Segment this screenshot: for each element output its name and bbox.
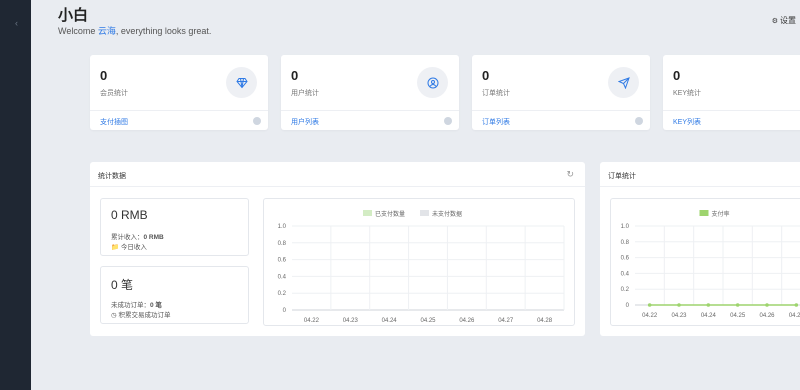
card-footer: 用户列表 [281,110,459,130]
key-stat-card: 0 KEY统计 KEY列表 [663,55,800,130]
orders-panel: 订单统计 支付率 0 0.2 0.4 0.6 0.8 1.0 04.22 04.23 04.24 0… [600,162,800,336]
card-footer: 支付插图 [90,110,268,130]
stat-value: 0 [291,68,299,83]
card-link[interactable]: KEY列表 [673,117,701,127]
x-tick-label: 04.27 [498,318,514,324]
panel-title: 统计数据 [98,173,126,180]
unpaid-orders-label: 未成功订单： [111,302,150,309]
x-tick-label: 04.26 [459,318,475,324]
x-tick-label: 04.22 [642,313,658,319]
legend-swatch [699,210,709,216]
settings-icon: ⚙ [771,18,778,25]
card-link[interactable]: 用户列表 [291,117,319,127]
unpaid-orders: 未成功订单：0 笔 [111,299,162,309]
stat-label: 用户统计 [291,90,319,97]
card-link[interactable]: 支付插图 [100,117,128,127]
y-tick-label: 0.4 [621,271,630,277]
y-tick-label: 1.0 [621,224,630,230]
card-footer: KEY列表 [663,110,800,130]
settings-button[interactable]: ⚙ 设置 [772,15,796,26]
send-icon [608,67,639,98]
x-tick-label: 04.24 [382,318,398,324]
diamond-icon [226,67,257,98]
card-footer: 订单列表 [472,110,650,130]
card-link[interactable]: 订单列表 [482,117,510,127]
y-tick-label: 0 [283,308,287,314]
stat-label: 订单统计 [482,90,510,97]
panel-title: 订单统计 [608,173,636,180]
legend-label: 已支付数量 [375,210,405,218]
welcome-suffix: , everything looks great. [115,26,212,36]
stat-value: 0 [673,68,681,83]
y-tick-label: 0.6 [621,256,630,262]
total-income-label: 累计收入： [111,234,144,241]
y-tick-label: 0 [626,303,630,309]
data-point [735,303,740,307]
stat-label: 会员统计 [100,90,128,97]
y-tick-label: 1.0 [278,224,287,230]
data-point [647,303,652,307]
legend-label: 未支付数据 [432,210,462,218]
orders-chart: 支付率 0 0.2 0.4 0.6 0.8 1.0 04.22 04.23 04.24 04.25 0… [610,198,800,326]
member-stat-card: 0 会员统计 支付插图 [90,55,268,130]
folder-icon: 📁 [111,244,121,251]
arrow-circle-icon[interactable] [635,117,643,125]
stat-value: 0 [100,68,108,83]
income-box: 0 RMB 累计收入：0 RMB 📁 今日收入 [100,198,249,256]
legend-label: 支付率 [712,210,730,218]
orders-box: 0 笔 未成功订单：0 笔 ◷ 积累交易成功订单 [100,266,249,324]
stats-chart: 已支付数量 未支付数据 0 0.2 0.4 0.6 0.8 1.0 04.22 04.23 04.2… [263,198,575,326]
y-tick-label: 0.8 [621,240,630,246]
x-tick-label: 04.24 [701,313,717,319]
y-tick-label: 0.2 [278,291,287,297]
legend-swatch [363,210,372,216]
total-income: 累计收入：0 RMB [111,231,164,241]
unpaid-orders-value: 0 笔 [150,302,162,309]
x-tick-label: 04.23 [343,318,359,324]
panel-header: 统计数据 ↻ [90,162,585,187]
x-tick-label: 04.23 [671,313,687,319]
stats-panel: 统计数据 ↻ 0 RMB 累计收入：0 RMB 📁 今日收入 0 笔 未成功订单… [90,162,585,336]
sidebar: ‹ [0,0,31,390]
legend-swatch [420,210,429,216]
orders-chart-svg: 支付率 0 0.2 0.4 0.6 0.8 1.0 04.22 04.23 04.24 04.25 0… [621,210,800,319]
success-orders: ◷ 积累交易成功订单 [111,309,170,319]
user-circle-icon [417,67,448,98]
arrow-circle-icon[interactable] [444,117,452,125]
orders-amount: 0 笔 [111,278,134,292]
user-stat-card: 0 用户统计 用户列表 [281,55,459,130]
total-income-value: 0 RMB [143,234,164,241]
y-tick-label: 0.4 [278,274,287,280]
data-point [677,303,681,307]
x-tick-label: 04.28 [537,318,553,324]
income-amount: 0 RMB [111,208,148,222]
page-title: 小白 [58,7,89,24]
y-tick-label: 0.2 [621,287,630,293]
data-point [794,303,799,307]
collapse-sidebar-icon[interactable]: ‹ [15,18,18,28]
today-income: 📁 今日收入 [111,241,147,251]
refresh-icon[interactable]: ↻ [566,169,574,180]
x-tick-label: 04.25 [420,318,436,324]
y-tick-label: 0.6 [278,258,287,264]
stat-value: 0 [482,68,490,83]
x-tick-label: 04.27 [789,313,800,319]
welcome-username[interactable]: 云海 [98,26,116,36]
y-tick-label: 0.8 [278,241,287,247]
data-point [706,303,711,307]
welcome-prefix: Welcome [58,26,98,36]
stats-chart-svg: 已支付数量 未支付数据 0 0.2 0.4 0.6 0.8 1.0 04.22 04.23 04.2… [278,210,565,324]
today-income-label: 今日收入 [120,244,147,251]
stat-label: KEY统计 [673,90,702,97]
order-stat-card: 0 订单统计 订单列表 [472,55,650,130]
panel-header: 订单统计 [600,162,800,187]
x-tick-label: 04.26 [759,313,775,319]
settings-label: 设置 [780,16,796,25]
arrow-circle-icon[interactable] [253,117,261,125]
data-point [765,303,769,307]
welcome-message: Welcome 云海, everything looks great. [58,24,211,37]
x-tick-label: 04.22 [304,318,320,324]
success-orders-label: 积累交易成功订单 [118,312,171,319]
x-tick-label: 04.25 [730,313,746,319]
